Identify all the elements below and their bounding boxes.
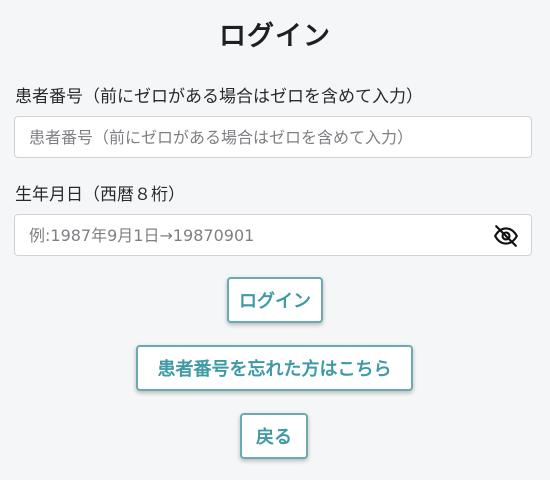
patient-id-input[interactable] (15, 117, 531, 157)
birthdate-field-container (14, 214, 532, 256)
patient-id-field-container (14, 116, 532, 158)
page-title: ログイン (219, 21, 331, 52)
login-button[interactable]: ログイン (227, 277, 323, 323)
birthdate-input[interactable] (15, 215, 531, 255)
forgot-patient-id-button[interactable]: 患者番号を忘れた方はこちら (136, 345, 413, 391)
back-button[interactable]: 戻る (240, 413, 308, 459)
birthdate-label: 生年月日（西暦８桁） (15, 185, 185, 205)
patient-id-label: 患者番号（前にゼロがある場合はゼロを含めて入力） (15, 87, 423, 107)
eye-slash-icon[interactable] (493, 223, 519, 249)
